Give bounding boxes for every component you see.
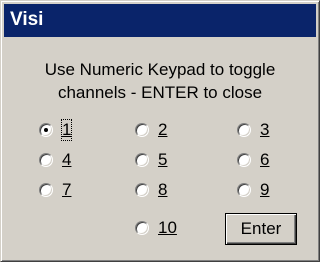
channel-7-label: 7 [62, 180, 72, 199]
channel-8-label: 8 [158, 180, 168, 199]
channel-5-label: 5 [158, 150, 168, 169]
channel-10-radio[interactable]: 10 [135, 218, 177, 238]
channel-2-radio[interactable]: 2 [135, 120, 167, 140]
channel-3-label: 3 [260, 120, 270, 139]
instruction-line-2: channels - ENTER to close [57, 83, 263, 102]
channel-5-radio[interactable]: 5 [135, 150, 167, 170]
channel-6-radio[interactable]: 6 [237, 150, 269, 170]
channel-3-radio[interactable]: 3 [237, 120, 269, 140]
channel-4-label: 4 [62, 150, 72, 169]
enter-button[interactable]: Enter [225, 213, 297, 245]
channel-1-radio[interactable]: 1 [39, 119, 73, 141]
channel-8-radio[interactable]: 8 [135, 180, 167, 200]
channel-6-label: 6 [260, 150, 270, 169]
instruction-line-1: Use Numeric Keypad to toggle [44, 60, 276, 79]
title-bar[interactable]: Visi [4, 4, 316, 37]
radio-button-icon [39, 123, 53, 137]
visi-dialog: Visi Use Numeric Keypad to toggle channe… [0, 0, 320, 262]
window-title: Visi [10, 9, 44, 30]
channel-10-label: 10 [158, 218, 177, 237]
channel-2-label: 2 [158, 120, 168, 139]
channel-7-radio[interactable]: 7 [39, 180, 71, 200]
radio-button-icon [237, 153, 251, 167]
radio-button-icon [39, 153, 53, 167]
radio-button-icon [135, 123, 149, 137]
channel-9-radio[interactable]: 9 [237, 180, 269, 200]
radio-button-icon [237, 183, 251, 197]
radio-button-icon [135, 153, 149, 167]
radio-button-icon [39, 183, 53, 197]
channel-9-label: 9 [260, 180, 270, 199]
radio-button-icon [135, 183, 149, 197]
radio-button-icon [237, 123, 251, 137]
channel-4-radio[interactable]: 4 [39, 150, 71, 170]
channel-1-label: 1 [60, 119, 73, 141]
radio-button-icon [135, 221, 149, 235]
